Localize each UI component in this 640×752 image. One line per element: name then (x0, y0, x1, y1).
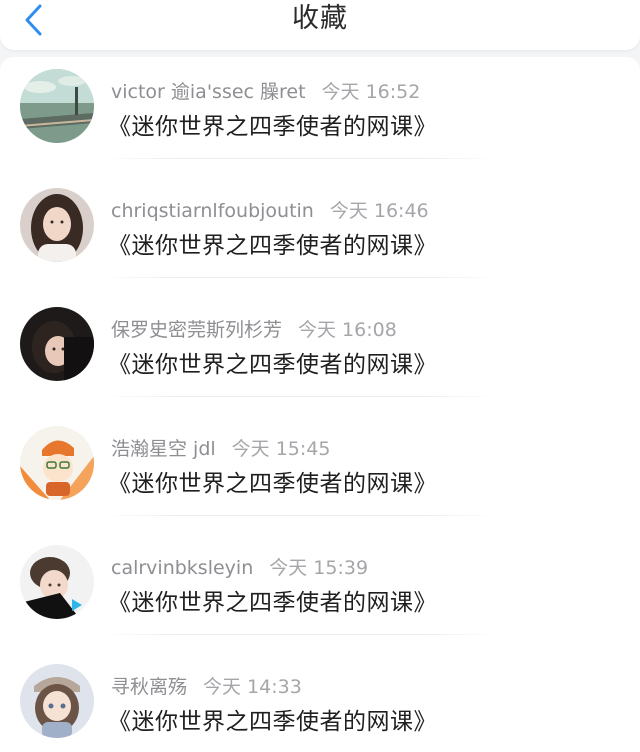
favorite-item[interactable]: 寻秋离殇 今天 14:33 《迷你世界之四季使者的网课》 (0, 658, 640, 752)
user-name: chriqstiarnlfoubjoutin (111, 200, 314, 222)
timestamp: 今天 15:45 (231, 438, 331, 460)
divider (100, 396, 500, 397)
course-title: 《迷你世界之四季使者的网课》 (108, 233, 437, 259)
user-name: 寻秋离殇 (111, 676, 188, 698)
course-title: 《迷你世界之四季使者的网课》 (108, 471, 437, 497)
page-title: 收藏 (292, 3, 348, 34)
course-title: 《迷你世界之四季使者的网课》 (108, 352, 437, 378)
avatar (20, 426, 94, 500)
course-title: 《迷你世界之四季使者的网课》 (108, 590, 437, 616)
timestamp: 今天 16:46 (329, 200, 429, 222)
divider (100, 515, 500, 516)
favorite-item[interactable]: chriqstiarnlfoubjoutin 今天 16:46 《迷你世界之四季使… (0, 182, 640, 300)
favorite-item[interactable]: calrvinbksleyin 今天 15:39 《迷你世界之四季使者的网课》 (0, 539, 640, 657)
user-name: victor 逾ia'ssec 臊ret (111, 81, 306, 103)
avatar (20, 664, 94, 738)
item-meta: 保罗史密莞斯列杉芳 今天 16:08 (111, 315, 397, 341)
timestamp: 今天 15:39 (269, 557, 369, 579)
divider (100, 158, 500, 159)
favorite-item[interactable]: victor 逾ia'ssec 臊ret 今天 16:52 《迷你世界之四季使者的… (0, 63, 640, 181)
avatar (20, 69, 94, 143)
course-title: 《迷你世界之四季使者的网课》 (108, 709, 437, 735)
timestamp: 今天 16:08 (298, 319, 397, 341)
item-meta: 寻秋离殇 今天 14:33 (111, 672, 302, 698)
avatar (20, 545, 94, 619)
user-name: calrvinbksleyin (111, 557, 254, 579)
favorite-item[interactable]: 保罗史密莞斯列杉芳 今天 16:08 《迷你世界之四季使者的网课》 (0, 301, 640, 419)
divider (100, 277, 500, 278)
course-title: 《迷你世界之四季使者的网课》 (108, 114, 437, 140)
item-meta: victor 逾ia'ssec 臊ret 今天 16:52 (111, 77, 420, 103)
item-meta: chriqstiarnlfoubjoutin 今天 16:46 (111, 196, 429, 222)
timestamp: 今天 16:52 (321, 81, 421, 103)
timestamp: 今天 14:33 (203, 676, 302, 698)
avatar (20, 307, 94, 381)
favorites-page: 收藏 victor 逾ia'ssec 臊ret 今天 16:52 《迷你世界之四… (0, 0, 640, 752)
divider (100, 634, 500, 635)
item-meta: 浩瀚星空 jdl 今天 15:45 (111, 434, 330, 460)
favorites-list: victor 逾ia'ssec 臊ret 今天 16:52 《迷你世界之四季使者的… (0, 57, 640, 752)
item-meta: calrvinbksleyin 今天 15:39 (111, 553, 368, 579)
favorite-item[interactable]: 浩瀚星空 jdl 今天 15:45 《迷你世界之四季使者的网课》 (0, 420, 640, 538)
user-name: 保罗史密莞斯列杉芳 (111, 319, 283, 341)
user-name: 浩瀚星空 jdl (111, 438, 216, 460)
top-bar: 收藏 (0, 0, 640, 50)
avatar (20, 188, 94, 262)
